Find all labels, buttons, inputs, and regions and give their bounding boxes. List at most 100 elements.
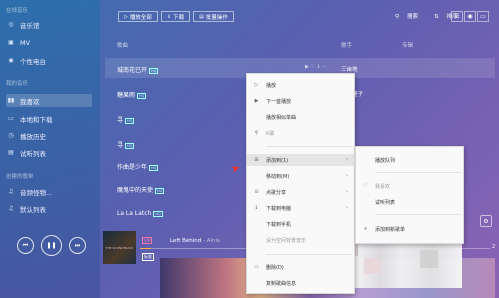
favorite-icon: ▮▮: [7, 97, 15, 104]
search-button[interactable]: ⚲ 搜索: [395, 12, 426, 20]
menu-item-label: 播放相似单曲: [266, 114, 297, 121]
menu-item-label: 删除(D): [266, 264, 284, 271]
blurred-square: [364, 258, 380, 274]
next-icon: ⏭: [74, 241, 81, 249]
download-icon: ⇓: [166, 13, 172, 20]
menu-item-download-pc[interactable]: ⇓ 下载到电脑 ›: [247, 202, 356, 214]
submenu-item-queue[interactable]: 播放队列: [356, 154, 465, 166]
sidebar-item-favorite[interactable]: ▮▮ 我喜欢: [6, 94, 92, 107]
blurred-square: [420, 250, 438, 268]
pause-button[interactable]: ❚❚: [41, 235, 62, 256]
menu-item-space-bgm[interactable]: 设为空间背景音乐: [247, 234, 356, 246]
batch-button[interactable]: ▤ 批量操作: [193, 11, 234, 22]
context-menu: ▷ 播放 ▶ 下一首播放 播放相似单曲 ⚲ K歌 ⊞ 添加到(1) › 移动到(M) › ⊙…: [246, 73, 356, 294]
settings-icon[interactable]: ⚙: [480, 215, 492, 227]
chevron-right-icon: ›: [346, 205, 348, 211]
section-created-label: 创建的歌单: [6, 174, 34, 180]
hq-badge: HQ: [149, 67, 159, 74]
album-art-text: THE SOUNDTRACK: [105, 245, 134, 250]
menu-item-add-to[interactable]: ⊞ 添加到(1) ›: [247, 154, 356, 166]
col-artist-header[interactable]: 歌手: [341, 41, 352, 49]
sidebar-item-label: 默认列表: [20, 205, 46, 214]
col-album-header[interactable]: 专辑: [402, 41, 413, 49]
prev-button[interactable]: ⏮: [17, 237, 34, 254]
mv-icon: ▣: [8, 39, 14, 46]
sidebar-item-label: 音频怪物...: [20, 188, 53, 197]
sidebar-item-playlist-1[interactable]: ♫ 音频怪物...: [6, 185, 92, 198]
row-actions[interactable]: ▶ ♡ ⇓ ⋯: [305, 64, 327, 70]
next-play-icon: ▶: [254, 98, 259, 104]
trial-list-icon: ▤: [8, 149, 14, 156]
now-title: Left Behind: [170, 238, 202, 244]
menu-item-download-phone[interactable]: 下载到手机: [247, 218, 356, 230]
song-title: 糖果雨: [117, 92, 136, 99]
sidebar-item-mv[interactable]: ▣ MV: [6, 36, 92, 49]
batch-label: 批量操作: [205, 14, 228, 21]
search-icon: ⚲: [254, 130, 259, 136]
play-all-button[interactable]: ▷ 播放全部: [118, 11, 158, 22]
song-title: La La Latch: [117, 210, 152, 217]
now-artist: - Alnis: [201, 238, 220, 244]
progress-fill: [140, 248, 151, 249]
next-button[interactable]: ⏭: [69, 237, 86, 254]
menu-item-copy-info[interactable]: 复制歌曲信息: [247, 277, 356, 289]
download-icon: ⇓: [254, 205, 259, 211]
submenu-item-label: 我喜欢: [375, 183, 391, 190]
quality-button[interactable]: 标准: [142, 253, 154, 261]
menu-item-similar[interactable]: 播放相似单曲: [247, 111, 356, 123]
history-icon: ◷: [8, 132, 14, 139]
menu-item-next-play[interactable]: ▶ 下一首播放: [247, 95, 356, 107]
hq-badge: HQ: [125, 142, 135, 149]
search-icon: ⚲: [395, 14, 400, 20]
album-art[interactable]: THE SOUNDTRACK: [103, 231, 136, 264]
play-icon: ▷: [254, 82, 259, 88]
song-artist[interactable]: 三亩地: [341, 65, 358, 73]
sidebar-item-trial[interactable]: ▤ 试听列表: [6, 146, 92, 159]
sidebar-item-label: 播放历史: [20, 132, 46, 141]
menu-divider: [375, 214, 461, 215]
sidebar-item-music-hall[interactable]: ◎ 音乐馆: [6, 18, 92, 31]
chevron-right-icon: ›: [346, 189, 348, 195]
hq-badge: HQ: [149, 164, 159, 171]
sidebar-item-radio[interactable]: ◉ 个性电台: [6, 54, 92, 67]
download-button[interactable]: ⇓ 下载: [160, 11, 191, 22]
heart-icon: ♡: [363, 183, 368, 189]
play-icon: ▷: [124, 13, 128, 20]
radio-icon: ◉: [8, 57, 14, 64]
menu-item-play[interactable]: ▷ 播放: [247, 79, 356, 91]
now-playing[interactable]: Left Behind - Alnis: [170, 238, 220, 244]
sidebar-item-playlist-default[interactable]: ♫ 默认列表: [6, 202, 92, 215]
list-view-icon[interactable]: ☰: [451, 11, 463, 22]
menu-item-label: 添加到(1): [266, 157, 289, 164]
sidebar-item-history[interactable]: ◷ 播放历史: [6, 129, 92, 142]
vip-badge: VIP: [142, 237, 153, 244]
hq-badge: HQ: [137, 92, 147, 99]
user-view-icon[interactable]: ◉: [464, 11, 476, 22]
menu-item-karaoke[interactable]: ⚲ K歌: [247, 127, 356, 139]
menu-item-label: 下一首播放: [266, 98, 292, 105]
download-label: 下载: [173, 14, 185, 21]
menu-divider: [266, 146, 352, 147]
section-mine-label: 我的音乐: [6, 81, 29, 87]
sidebar-item-label: 试听列表: [20, 149, 46, 158]
col-song-header[interactable]: 歌曲: [117, 41, 128, 49]
folder-view-icon[interactable]: ▭: [477, 11, 489, 22]
song-title: 作曲是少年: [117, 164, 148, 171]
sidebar-item-label: MV: [20, 38, 31, 47]
sort-icon: ⇅: [434, 14, 439, 20]
submenu-item-favorite[interactable]: ♡ 我喜欢: [356, 180, 465, 192]
submenu-item-trial[interactable]: 试听列表: [356, 196, 465, 208]
share-icon: ⊙: [254, 189, 259, 195]
menu-item-share[interactable]: ⊙ 点歌分享 ›: [247, 186, 356, 198]
menu-item-label: 下载到电脑: [266, 205, 292, 212]
menu-item-label: 下载到手机: [266, 221, 292, 228]
menu-item-delete[interactable]: ▭ 删除(D): [247, 261, 356, 273]
menu-divider: [266, 254, 352, 255]
menu-item-move-to[interactable]: 移动到(M) ›: [247, 170, 356, 182]
playlist-count[interactable]: 2: [492, 244, 495, 250]
submenu-item-new-playlist[interactable]: + 添加到新歌单: [356, 223, 465, 235]
sidebar-item-local[interactable]: ▭ 本地和下载: [6, 112, 92, 125]
chevron-right-icon: ›: [346, 157, 348, 163]
song-title: 城南花已开: [117, 67, 148, 74]
submenu-item-label: 播放队列: [375, 157, 396, 164]
